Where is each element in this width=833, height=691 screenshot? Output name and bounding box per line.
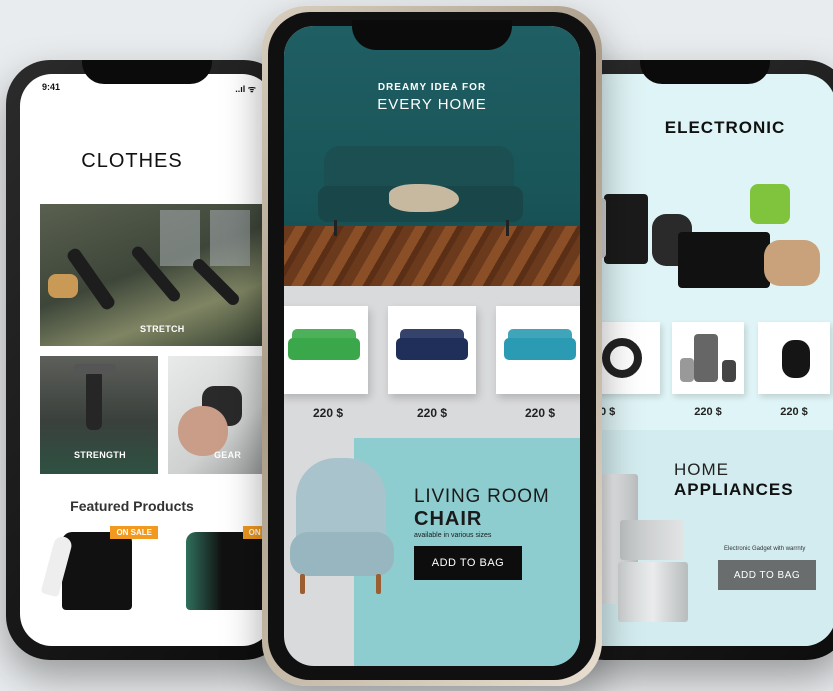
- compression-shirt-image: [62, 532, 132, 610]
- headphones-icon: [602, 338, 642, 378]
- promo-subtitle: available in various sizes: [414, 532, 492, 539]
- product-card[interactable]: [496, 306, 580, 394]
- food-processor-icon: [694, 334, 718, 382]
- phone-furniture: DREAMY IDEA FOR EVERY HOME 220 $ 220 $ 2…: [262, 6, 602, 686]
- product-card[interactable]: [758, 322, 830, 394]
- product-price: 220 $: [694, 406, 722, 418]
- product-card[interactable]: [388, 306, 476, 394]
- compression-shirt-image: [186, 532, 266, 610]
- air-fryer-icon: [782, 340, 810, 378]
- add-to-bag-button[interactable]: ADD TO BAG: [414, 546, 522, 580]
- tile-label-strength: STRENGTH: [74, 450, 126, 460]
- product-price: 220 $: [312, 406, 344, 420]
- hero-title: EVERY HOME: [377, 96, 487, 113]
- wood-floor-image: [284, 226, 580, 286]
- product-card[interactable]: [672, 322, 744, 394]
- washing-machine-image: [618, 562, 688, 622]
- category-tile-stretch[interactable]: STRETCH: [40, 204, 274, 346]
- banner-title-bold: APPLIANCES: [674, 480, 794, 499]
- sale-badge: ON SALE: [110, 526, 158, 539]
- hero-subtitle: DREAMY IDEA FOR: [377, 82, 487, 93]
- sofa-thumbnail: [504, 329, 576, 360]
- sofa-thumbnail: [396, 329, 468, 360]
- promo-title-light: LIVING ROOM: [414, 486, 550, 507]
- banner-title-light: HOME: [674, 460, 729, 479]
- tile-label-gear: GEAR: [214, 450, 242, 460]
- category-tile-strength[interactable]: STRENGTH: [40, 356, 158, 474]
- sofa-thumbnail: [288, 329, 360, 360]
- banner-subtitle: Electronic Gadget with warrnty: [724, 546, 806, 552]
- hero-banner: DREAMY IDEA FOR EVERY HOME: [284, 26, 580, 286]
- signal-wifi-icon: ..ıl ᯤ: [235, 84, 256, 94]
- phone-notch: [352, 20, 512, 50]
- page-title: ELECTRONIC: [664, 118, 786, 137]
- phone-notch: [640, 60, 770, 84]
- clothes-screen: 9:41 ..ıl ᯤ CLOTHES STRETCH STRENGTH GEA…: [20, 74, 274, 646]
- furniture-screen: DREAMY IDEA FOR EVERY HOME 220 $ 220 $ 2…: [284, 26, 580, 666]
- microwave-image: [620, 520, 684, 560]
- product-price: 220 $: [524, 406, 556, 420]
- add-to-bag-button[interactable]: ADD TO BAG: [718, 560, 816, 590]
- promo-title-bold: CHAIR: [414, 508, 483, 530]
- phone-notch: [82, 60, 212, 84]
- category-tile-gear[interactable]: GEAR: [168, 356, 274, 474]
- product-price: 220 $: [416, 406, 448, 420]
- product-card[interactable]: ON SA: [168, 526, 274, 610]
- electronic-screen: ELECTRONIC 0 $ 220 $ 220 $ HOME APPLIANC: [574, 74, 833, 646]
- status-time: 9:41: [42, 82, 61, 92]
- phone-clothes: 9:41 ..ıl ᯤ CLOTHES STRETCH STRENGTH GEA…: [6, 60, 288, 660]
- product-card[interactable]: ON SALE: [40, 526, 158, 610]
- tile-label-stretch: STRETCH: [140, 324, 185, 334]
- product-price: 220 $: [780, 406, 808, 418]
- product-card[interactable]: [284, 306, 368, 394]
- page-title: CLOTHES: [81, 150, 183, 172]
- featured-products-heading: Featured Products: [70, 498, 194, 514]
